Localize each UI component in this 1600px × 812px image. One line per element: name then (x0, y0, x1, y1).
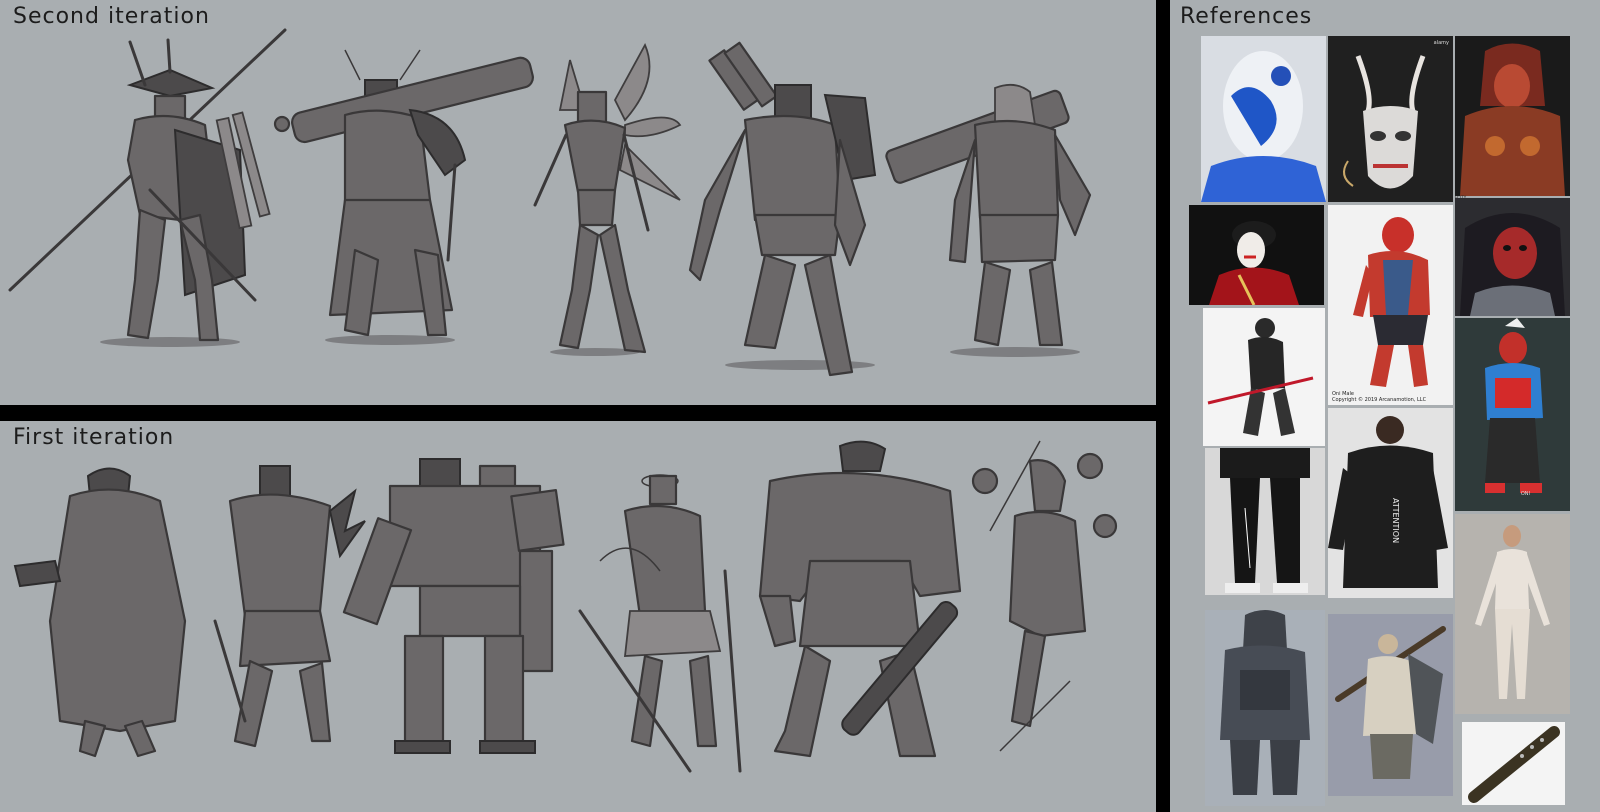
ref-blue-porcelain-mask (1201, 36, 1326, 202)
first-iteration-panel: First iteration (0, 421, 1156, 812)
ref-white-humanoid-mannequin (1455, 514, 1570, 714)
sketch-gunslinger-in-coat (13, 467, 187, 758)
sketch-heavy-mech-soldier (688, 41, 877, 377)
ref-blue-oni-caption: ONI (1520, 491, 1530, 497)
ref-red-armored-figure (1455, 36, 1570, 196)
sketch-brute-with-bat (758, 440, 962, 758)
ref-spiked-wooden-club (1462, 722, 1565, 805)
ref-hoodie-print: ATTENTION (1391, 498, 1400, 544)
ref-techwear-pants (1205, 448, 1325, 595)
sketch-hooded-mystic (971, 440, 1118, 752)
sketch-oni-with-club (273, 49, 534, 345)
ref-red-oni-character: Oni Male Copyright © 2019 Arcanamotion, … (1328, 205, 1453, 405)
ref-blue-oni-streetwear: ONI (1455, 318, 1570, 511)
sketch-winged-android (533, 42, 682, 356)
ref-hannya-mask: alamy (1328, 36, 1453, 202)
second-iteration-panel: Second iteration (0, 0, 1156, 405)
references-panel: References alamy FCITY by Shagirrate Oni… (1170, 0, 1600, 812)
references-title: References (1180, 4, 1313, 29)
ref-techwear-hoodie: ATTENTION (1328, 408, 1453, 598)
second-iteration-sketches (8, 28, 1092, 377)
ref-red-demon-mask (1455, 198, 1570, 316)
ref-geisha-portrait (1189, 205, 1324, 305)
sketch-boxy-mech (342, 458, 565, 754)
ref-red-oni-caption: Oni Male Copyright © 2019 Arcanamotion, … (1332, 391, 1427, 403)
ref-watermark: alamy (1433, 40, 1449, 46)
ref-ninja-with-katana (1203, 308, 1325, 446)
ref-hooded-techwear-figure (1205, 610, 1325, 806)
ref-cloaked-warrior-with-club (1328, 614, 1453, 796)
sketch-samurai-with-spear (8, 28, 287, 347)
sketch-cane-wielder (578, 474, 742, 773)
sketch-armored-swordsman (213, 465, 366, 748)
sketch-bazooka-soldier (885, 83, 1092, 357)
first-iteration-sketches (13, 440, 1118, 773)
